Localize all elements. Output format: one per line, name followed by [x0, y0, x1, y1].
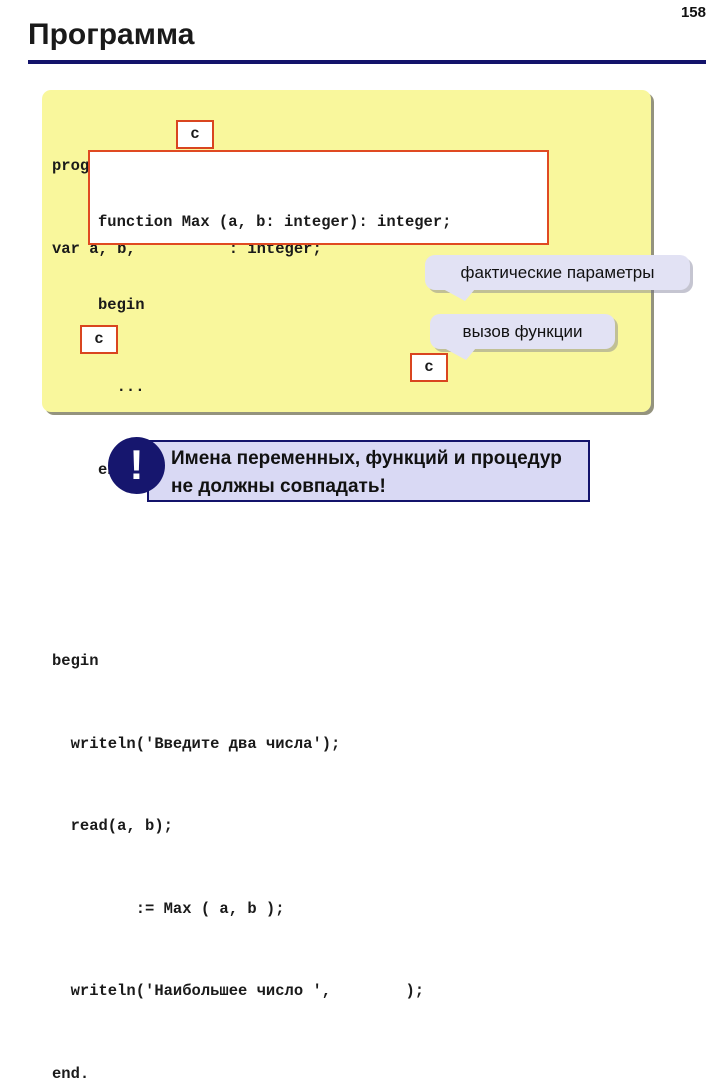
code-line: end. [52, 1061, 424, 1080]
code-line: read(a, b); [52, 813, 424, 841]
callout-tail-actual-params [443, 289, 475, 301]
code-line [52, 566, 424, 594]
warning-note-text: Имена переменных, функций и процедур не … [171, 445, 586, 501]
code-line: function Max (a, b: integer): integer; [98, 209, 451, 237]
code-line: := Max ( a, b ); [52, 896, 424, 924]
callout-tail-function-call [444, 348, 476, 360]
code-line: begin [52, 648, 424, 676]
variable-chip-declaration: c [176, 120, 214, 149]
exclamation-icon: ! [108, 437, 165, 494]
title-divider [28, 60, 706, 64]
variable-chip-assignment: c [80, 325, 118, 354]
code-line: begin [98, 292, 451, 320]
variable-chip-output: c [410, 353, 448, 382]
exclamation-icon-glyph: ! [108, 437, 165, 494]
warning-note-box: Имена переменных, функций и процедур не … [147, 440, 590, 502]
callout-actual-params: фактические параметры [425, 255, 690, 290]
callout-function-call: вызов функции [430, 314, 615, 349]
code-line: writeln('Наибольшее число ', ); [52, 978, 424, 1006]
code-line: ... [98, 374, 451, 402]
code-line: writeln('Введите два числа'); [52, 731, 424, 759]
function-declaration-box: function Max (a, b: integer): integer; b… [88, 150, 549, 245]
page-title: Программа [28, 18, 194, 52]
